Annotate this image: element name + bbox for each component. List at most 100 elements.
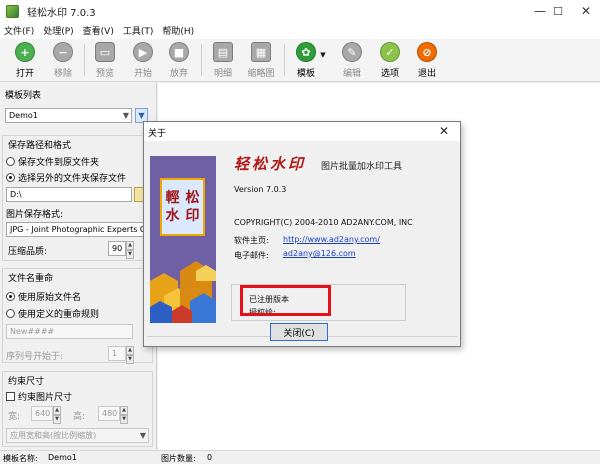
open-label: 打开 <box>15 69 34 79</box>
template-select[interactable]: Demo1 ▼ <box>5 108 132 123</box>
template-button[interactable]: ✿ 模板 <box>289 42 323 79</box>
format-label: 图片保存格式: <box>6 210 64 220</box>
title-bar: 轻松水印 7.0.3 — ☐ ✕ <box>0 0 600 22</box>
status-count-label: 图片数量: <box>161 454 196 463</box>
quality-label: 压缩品质: <box>8 247 48 257</box>
resize-mode-select[interactable]: 应用宽和高(按比例缩放) ▼ <box>6 428 149 443</box>
about-dialog-title: 关于 <box>148 129 167 139</box>
template-icon: ✿ <box>296 42 316 62</box>
logo-char: 水 <box>165 208 180 224</box>
settings-panel: 模板列表 Demo1 ▼ ▼ 保存路径和格式 保存文件到原文件夹 选择另外的文件… <box>0 83 157 450</box>
homepage-label: 软件主页: <box>234 236 269 245</box>
about-dialog-body: 輕 松 水 印 轻松水印 图片批量加水印工具 Version 7.0.3 COP… <box>144 141 460 346</box>
constrain-size-checkbox[interactable]: 约束图片尺寸 <box>6 390 72 403</box>
start-number-input[interactable]: 1 <box>108 346 126 361</box>
start-number-spinner[interactable]: ▲ ▼ <box>126 346 134 364</box>
window-close-button[interactable]: ✕ <box>566 0 600 22</box>
chevron-down-icon: ▼ <box>139 431 146 440</box>
homepage-link[interactable]: http://www.ad2any.com/ <box>283 235 380 244</box>
start-number-label: 序列号开始于: <box>6 352 64 362</box>
size-section-title: 约束尺寸 <box>8 377 45 387</box>
quality-input[interactable]: 90 <box>108 241 126 256</box>
status-bar: 模板名称: Demo1 图片数量: 0 <box>0 450 600 464</box>
menu-help[interactable]: 帮助(H) <box>162 24 194 37</box>
radio-custom-name[interactable]: 使用定义的重命规则 <box>6 307 99 320</box>
start-button[interactable]: ▶ 开始 <box>126 42 160 79</box>
brand-name: 轻松水印 <box>234 155 307 173</box>
exit-button[interactable]: ⊘ 退出 <box>410 42 444 79</box>
radio-save-other[interactable]: 选择另外的文件夹保存文件 <box>6 171 126 184</box>
logo-blocks-graphic <box>150 261 216 323</box>
toolbar-separator <box>201 44 202 76</box>
size-section: 约束尺寸 约束图片尺寸 宽: 640 ▲ ▼ 高: 480 ▲ ▼ 应用宽和高(按比… <box>2 371 153 447</box>
edit-label: 编辑 <box>342 69 361 79</box>
registration-highlight-box <box>240 285 331 316</box>
status-template-label: 模板名称: <box>3 454 38 463</box>
about-close-button[interactable]: 关闭(C) <box>270 323 328 341</box>
start-label: 开始 <box>133 69 152 79</box>
toolbar-separator <box>84 44 85 76</box>
app-icon <box>6 4 19 18</box>
logo-char: 輕 <box>165 190 180 206</box>
radio-save-original-label: 保存文件到原文件夹 <box>18 158 100 168</box>
radio-dot-selected <box>6 292 15 301</box>
menu-tools[interactable]: 工具(T) <box>123 24 154 37</box>
about-dialog: 关于 ✕ 輕 松 水 印 轻松水印 图片批量加水印工具 Version 7.0.… <box>143 121 461 347</box>
email-link[interactable]: ad2any@126.com <box>283 249 356 258</box>
dialog-close-icon[interactable]: ✕ <box>432 123 456 139</box>
width-label: 宽: <box>8 412 21 422</box>
template-label: 模板 <box>296 69 315 79</box>
logo-char: 印 <box>185 208 200 224</box>
pencil-icon: ✎ <box>342 42 362 62</box>
about-dialog-titlebar: 关于 ✕ <box>144 122 460 141</box>
app-logo: 輕 松 水 印 <box>150 156 216 323</box>
abort-label: 放弃 <box>169 69 188 79</box>
toolbar-separator <box>284 44 285 76</box>
details-button[interactable]: ▤ 明细 <box>206 42 240 79</box>
save-path-section: 保存路径和格式 保存文件到原文件夹 选择另外的文件夹保存文件 D:\ 图片保存格… <box>2 135 153 261</box>
rename-section: 文件名重命 使用原始文件名 使用定义的重命规则 New#### 序列号开始于: … <box>2 268 153 364</box>
template-select-value: Demo1 <box>9 111 38 120</box>
template-dropdown-arrow[interactable]: ▼ <box>318 51 328 59</box>
options-button[interactable]: ✓ 选项 <box>373 42 407 79</box>
format-select[interactable]: JPG - Joint Photographic Experts Gro <box>6 222 149 237</box>
save-path-input[interactable]: D:\ <box>6 187 132 202</box>
rename-section-title: 文件名重命 <box>8 274 54 284</box>
width-input[interactable]: 640 <box>31 406 53 421</box>
open-button[interactable]: + 打开 <box>8 42 42 79</box>
radio-save-original[interactable]: 保存文件到原文件夹 <box>6 155 99 168</box>
width-spinner[interactable]: ▲ ▼ <box>53 406 61 424</box>
details-label: 明细 <box>213 69 232 79</box>
rename-pattern-input[interactable]: New#### <box>6 324 133 339</box>
constrain-size-label: 约束图片尺寸 <box>18 393 73 403</box>
product-subtitle: 图片批量加水印工具 <box>321 162 403 172</box>
menu-process[interactable]: 处理(P) <box>43 24 73 37</box>
logo-label: 輕 松 水 印 <box>160 178 205 236</box>
chevron-down-icon: ▼ <box>122 111 129 120</box>
plus-icon: + <box>15 42 35 62</box>
save-section-title: 保存路径和格式 <box>8 141 72 151</box>
preview-label: 预览 <box>95 69 114 79</box>
checkbox-box <box>6 392 15 401</box>
radio-dot <box>6 309 15 318</box>
radio-keep-name-label: 使用原始文件名 <box>18 293 82 303</box>
status-count-value: 0 <box>207 453 213 462</box>
chevron-down-icon: ▼ <box>138 111 145 120</box>
thumbnail-button[interactable]: ▦ 缩略图 <box>244 42 278 79</box>
remove-button[interactable]: − 移除 <box>46 42 80 79</box>
preview-button[interactable]: ▭ 预览 <box>88 42 122 79</box>
stop-icon: ■ <box>169 42 189 62</box>
quality-spinner[interactable]: ▲ ▼ <box>126 241 134 259</box>
radio-keep-name[interactable]: 使用原始文件名 <box>6 290 81 303</box>
menu-file[interactable]: 文件(F) <box>4 24 34 37</box>
menu-view[interactable]: 查看(V) <box>83 24 114 37</box>
radio-custom-name-label: 使用定义的重命规则 <box>18 310 100 320</box>
radio-dot-selected <box>6 173 15 182</box>
edit-button[interactable]: ✎ 编辑 <box>335 42 369 79</box>
play-icon: ▶ <box>133 42 153 62</box>
height-spinner[interactable]: ▲ ▼ <box>120 406 128 424</box>
abort-button[interactable]: ■ 放弃 <box>162 42 196 79</box>
height-input[interactable]: 480 <box>98 406 120 421</box>
height-label: 高: <box>73 412 86 422</box>
thumbnail-label: 缩略图 <box>247 69 275 79</box>
